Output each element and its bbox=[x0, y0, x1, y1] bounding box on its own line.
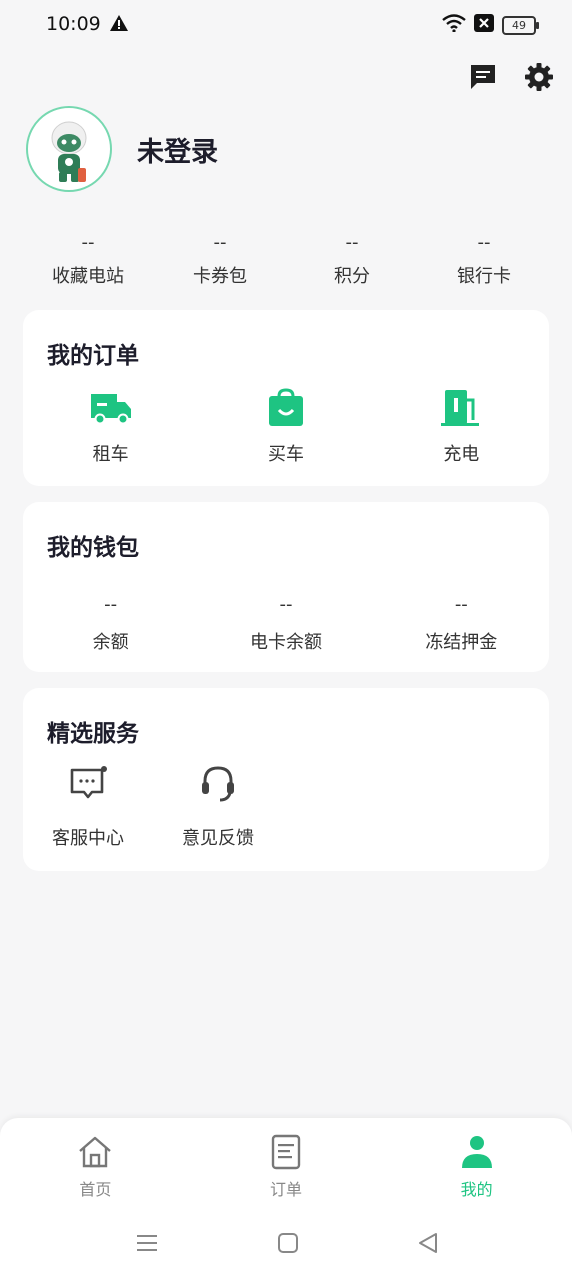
stat-label: 积分 bbox=[334, 266, 370, 287]
document-icon bbox=[271, 1134, 301, 1170]
wallet-card-balance[interactable]: -- 电卡余额 bbox=[198, 594, 373, 654]
order-label: 租车 bbox=[92, 444, 129, 465]
profile-stats: -- 收藏电站 -- 卡券包 -- 积分 -- 银行卡 bbox=[22, 232, 550, 288]
wifi-icon bbox=[442, 14, 466, 36]
order-label: 充电 bbox=[443, 444, 480, 465]
stat-value: -- bbox=[81, 232, 95, 253]
wallet-label: 余额 bbox=[92, 632, 129, 653]
stat-label: 卡券包 bbox=[193, 266, 247, 287]
wallet-balance[interactable]: -- 余额 bbox=[23, 594, 198, 654]
wallet-value: -- bbox=[454, 594, 468, 615]
sim-off-icon bbox=[474, 14, 494, 36]
headset-icon bbox=[202, 766, 234, 802]
wallet-value: -- bbox=[104, 594, 118, 615]
orders-title: 我的订单 bbox=[47, 343, 139, 369]
services-card: 精选服务 客服中心 意见反馈 bbox=[23, 688, 549, 871]
stat-value: -- bbox=[213, 232, 227, 253]
settings-gear-icon[interactable] bbox=[524, 62, 554, 92]
stat-label: 银行卡 bbox=[457, 266, 511, 287]
wallet-frozen-deposit[interactable]: -- 冻结押金 bbox=[374, 594, 549, 654]
home-square-icon[interactable] bbox=[277, 1232, 299, 1258]
order-label: 买车 bbox=[267, 444, 304, 465]
wallet-value: -- bbox=[279, 594, 293, 615]
stat-value: -- bbox=[345, 232, 359, 253]
tab-orders[interactable]: 订单 bbox=[191, 1134, 382, 1200]
wallet-label: 电卡余额 bbox=[249, 632, 322, 653]
avatar[interactable] bbox=[26, 106, 112, 192]
chat-bubble-icon bbox=[70, 766, 107, 799]
menu-icon[interactable] bbox=[136, 1232, 158, 1258]
shopping-bag-icon bbox=[268, 388, 303, 426]
stat-points[interactable]: -- 积分 bbox=[286, 232, 418, 288]
home-icon bbox=[79, 1136, 112, 1168]
status-time: 10:09 bbox=[46, 13, 101, 35]
system-navigation-bar bbox=[0, 1232, 572, 1262]
stat-value: -- bbox=[477, 232, 491, 253]
charging-station-icon bbox=[441, 390, 480, 426]
orders-card: 我的订单 租车 买车 充电 bbox=[23, 310, 549, 486]
stat-label: 收藏电站 bbox=[52, 266, 124, 287]
message-icon[interactable] bbox=[468, 62, 498, 92]
back-triangle-icon[interactable] bbox=[417, 1232, 439, 1258]
stat-favorite-stations[interactable]: -- 收藏电站 bbox=[22, 232, 154, 288]
tab-mine[interactable]: 我的 bbox=[381, 1134, 572, 1200]
tab-label: 订单 bbox=[270, 1180, 303, 1199]
bottom-navigation: 首页 订单 我的 bbox=[0, 1118, 572, 1280]
order-charge-button[interactable]: 充电 bbox=[374, 388, 549, 466]
tab-label: 我的 bbox=[460, 1180, 493, 1199]
warning-icon bbox=[110, 15, 128, 35]
service-label: 意见反馈 bbox=[182, 828, 254, 849]
battery-indicator: 49 bbox=[502, 15, 539, 35]
services-title: 精选服务 bbox=[47, 721, 139, 747]
stat-coupons[interactable]: -- 卡券包 bbox=[154, 232, 286, 288]
stat-bank-cards[interactable]: -- 银行卡 bbox=[418, 232, 550, 288]
wallet-label: 冻结押金 bbox=[425, 632, 498, 653]
tab-label: 首页 bbox=[79, 1180, 112, 1199]
status-bar: 10:09 49 bbox=[0, 0, 572, 52]
username-login-prompt[interactable]: 未登录 bbox=[137, 130, 218, 169]
wallet-card: 我的钱包 -- 余额 -- 电卡余额 -- 冻结押金 bbox=[23, 502, 549, 672]
truck-icon bbox=[90, 394, 131, 425]
tab-home[interactable]: 首页 bbox=[0, 1134, 191, 1200]
customer-service-button[interactable]: 客服中心 bbox=[23, 764, 153, 850]
mascot-avatar-icon bbox=[51, 121, 87, 182]
service-label: 客服中心 bbox=[52, 828, 124, 849]
wallet-title: 我的钱包 bbox=[47, 535, 139, 561]
order-rent-button[interactable]: 租车 bbox=[23, 388, 198, 466]
person-icon bbox=[461, 1136, 492, 1168]
order-buy-button[interactable]: 买车 bbox=[198, 388, 373, 466]
feedback-button[interactable]: 意见反馈 bbox=[153, 764, 283, 850]
